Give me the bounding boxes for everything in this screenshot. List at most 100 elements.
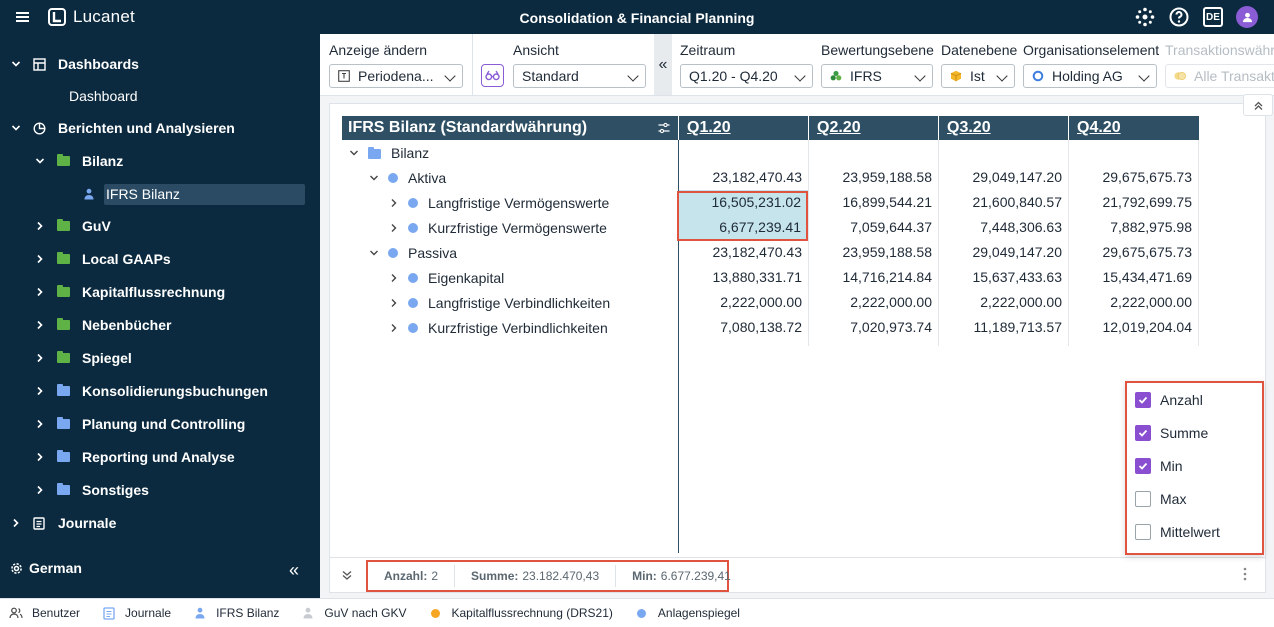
sidebar-item-sonstiges[interactable]: Sonstiges [34,478,149,502]
bottom-tab-anlagenspiegel[interactable]: Anlagenspiegel [635,606,740,620]
chevron-right-icon[interactable] [388,197,400,209]
stat-count-value: 2 [431,569,439,583]
help-icon[interactable] [1168,6,1190,28]
sidebar-item-planung-controlling[interactable]: Planung und Controlling [34,412,245,436]
table-cell[interactable]: 12,019,204.04 [1069,315,1199,340]
row-label-langfristige-verbindlichkeiten[interactable]: Langfristige Verbindlichkeiten [388,290,610,315]
sidebar-item-reporting-analyse[interactable]: Reporting und Analyse [34,445,235,469]
chevron-right-icon[interactable] [388,222,400,234]
table-cell[interactable]: 15,434,471.69 [1069,265,1199,290]
table-cell[interactable]: 29,675,675.73 [1069,165,1199,190]
row-label-kurzfristige-verbindlichkeiten[interactable]: Kurzfristige Verbindlichkeiten [388,315,608,340]
table-cell[interactable]: 23,182,470.43 [679,240,809,265]
expand-footer-icon[interactable] [341,568,355,582]
table-cell[interactable]: 29,675,675.73 [1069,240,1199,265]
table-cell[interactable]: 21,792,699.75 [1069,190,1199,215]
sidebar-item-bilanz[interactable]: Bilanz [34,149,123,173]
daten-select[interactable]: Ist [941,64,1015,88]
table-cell[interactable]: 7,020,973.74 [809,315,939,340]
table-cell[interactable]: 2,222,000.00 [809,290,939,315]
table-cell[interactable]: 23,182,470.43 [679,165,809,190]
row-label-bilanz[interactable]: Bilanz [348,140,429,165]
row-label-passiva[interactable]: Passiva [368,240,457,265]
agg-option-max[interactable]: Max [1135,489,1186,509]
row-label-aktiva[interactable]: Aktiva [368,165,446,190]
scroll-to-top-icon[interactable] [1243,94,1273,116]
checkbox-unchecked[interactable] [1135,524,1151,540]
bottom-tab-guv-nach-gkv[interactable]: GuV nach GKV [301,606,406,620]
sidebar-item-spiegel[interactable]: Spiegel [34,346,132,370]
chevron-right-icon[interactable] [388,272,400,284]
table-cell[interactable]: 11,189,713.57 [939,315,1069,340]
table-cell[interactable]: 2,222,000.00 [939,290,1069,315]
agg-option-min[interactable]: Min [1135,456,1183,476]
language-selector[interactable]: German [10,560,82,576]
table-cell[interactable]: 13,880,331.71 [679,265,809,290]
chevron-right-icon[interactable] [388,322,400,334]
table-cell[interactable]: 15,637,433.63 [939,265,1069,290]
chevron-right-icon[interactable] [388,297,400,309]
checkbox-checked[interactable] [1135,392,1151,408]
network-icon[interactable] [1134,6,1156,28]
table-cell[interactable]: 21,600,840.57 [939,190,1069,215]
row-label-kurzfristige-vermoegenswerte[interactable]: Kurzfristige Vermögenswerte [388,215,607,240]
hamburger-menu-icon[interactable] [14,9,32,25]
table-cell[interactable]: 2,222,000.00 [1069,290,1199,315]
zeitraum-select[interactable]: Q1.20 - Q4.20 [680,64,813,88]
checkbox-checked[interactable] [1135,425,1151,441]
column-header-q2[interactable]: Q2.20 [809,116,938,140]
table-cell[interactable]: 23,959,188.58 [809,240,939,265]
bottom-tab-journale[interactable]: Journale [102,606,171,620]
language-switch[interactable]: DE [1202,6,1224,28]
checkbox-unchecked[interactable] [1135,491,1151,507]
sidebar-item-ifrs-bilanz[interactable]: IFRS Bilanz [82,182,180,206]
table-cell[interactable]: 2,222,000.00 [679,290,809,315]
table-cell[interactable]: 7,448,306.63 [939,215,1069,240]
row-label-eigenkapital[interactable]: Eigenkapital [388,265,504,290]
column-header-q4[interactable]: Q4.20 [1069,116,1199,140]
bottom-tab-ifrs-bilanz[interactable]: IFRS Bilanz [193,606,279,620]
more-options-icon[interactable] [1243,567,1247,581]
sidebar-item-berichten[interactable]: Berichten und Analysieren [10,116,235,140]
sidebar-item-local-gaaps[interactable]: Local GAAPs [34,247,171,271]
bottom-tab-benutzer[interactable]: Benutzer [9,606,80,620]
agg-option-anzahl[interactable]: Anzahl [1135,390,1203,410]
table-cell[interactable]: 7,882,975.98 [1069,215,1199,240]
checkbox-checked[interactable] [1135,458,1151,474]
table-cell-selected[interactable]: 16,505,231.02 [679,190,808,215]
table-cell[interactable]: 7,080,138.72 [679,315,809,340]
table-cell[interactable]: 14,716,214.84 [809,265,939,290]
org-select[interactable]: Holding AG [1023,64,1157,88]
sidebar-item-dashboard[interactable]: Dashboard [69,84,138,108]
chevron-down-icon[interactable] [368,172,380,184]
bottom-tab-kapitalflussrechnung[interactable]: Kapitalflussrechnung (DRS21) [428,606,613,620]
filter-settings-icon[interactable] [658,122,670,134]
sidebar-item-nebenbuecher[interactable]: Nebenbücher [34,313,171,337]
user-avatar[interactable] [1236,6,1258,28]
table-cell-selected[interactable]: 6,677,239.41 [679,215,808,240]
table-cell[interactable]: 29,049,147.20 [939,240,1069,265]
column-header-q1[interactable]: Q1.20 [679,116,808,140]
agg-option-summe[interactable]: Summe [1135,423,1208,443]
column-header-q3[interactable]: Q3.20 [939,116,1068,140]
trans-select[interactable]: Alle Transaktionswährungen [1165,64,1274,88]
sidebar-item-dashboards[interactable]: Dashboards [10,52,139,76]
agg-option-mittelwert[interactable]: Mittelwert [1135,522,1220,542]
row-label-langfristige-vermoegenswerte[interactable]: Langfristige Vermögenswerte [388,190,609,215]
sidebar-item-kapitalflussrechnung[interactable]: Kapitalflussrechnung [34,280,225,304]
chevron-down-icon[interactable] [368,247,380,259]
sidebar-item-journale[interactable]: Journale [10,511,116,535]
table-cell[interactable]: 7,059,644.37 [809,215,939,240]
collapse-sidebar-icon[interactable]: « [289,560,299,581]
ansicht-select[interactable]: Standard [513,64,646,88]
glasses-icon[interactable] [481,64,504,87]
collapse-toolbar-icon[interactable]: « [654,34,672,95]
chevron-down-icon[interactable] [348,147,360,159]
sidebar-item-konsolidierungsbuchungen[interactable]: Konsolidierungsbuchungen [34,379,268,403]
anzeige-select[interactable]: Periodena... [329,64,463,88]
table-cell[interactable]: 16,899,544.21 [809,190,939,215]
table-cell[interactable]: 29,049,147.20 [939,165,1069,190]
table-cell[interactable]: 23,959,188.58 [809,165,939,190]
sidebar-item-guv[interactable]: GuV [34,214,111,238]
bewertung-select[interactable]: IFRS [821,64,933,88]
